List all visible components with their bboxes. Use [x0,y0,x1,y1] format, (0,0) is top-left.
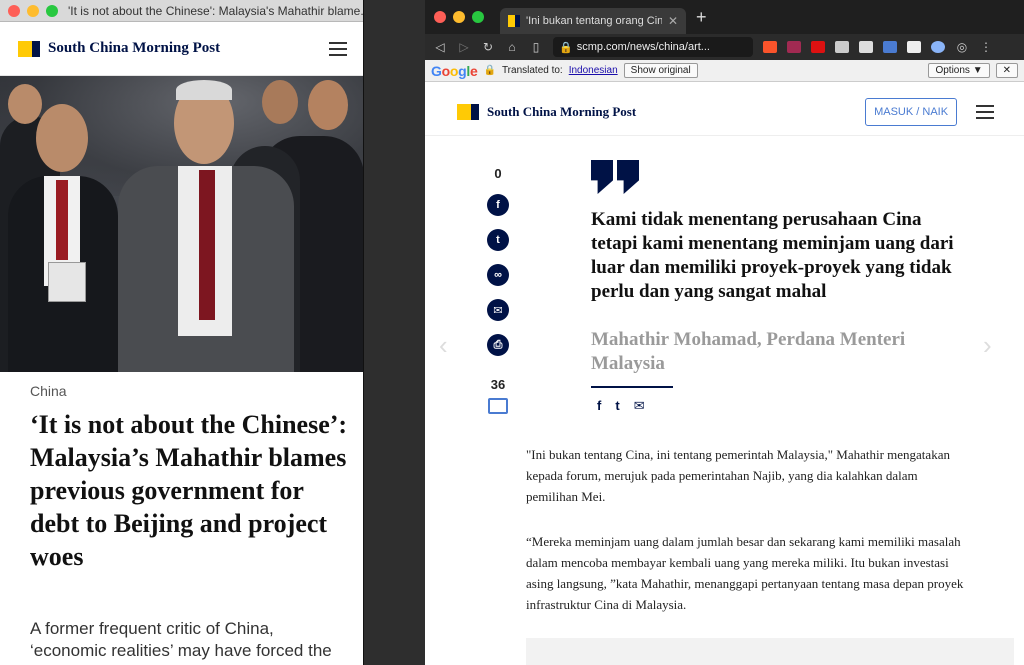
close-window-button[interactable] [434,11,446,23]
brave-shield-icon[interactable] [763,41,777,53]
scmp-logo-mark [18,40,40,57]
options-button[interactable]: Options ▼ [928,63,990,78]
browser-tab[interactable]: 'Ini bukan tentang orang Cina': M ✕ [500,8,686,34]
google-translate-bar: Google 🔒 Translated to: Indonesian Show … [425,60,1024,82]
link-icon[interactable]: ∞ [487,264,509,286]
menu-icon[interactable] [975,104,994,119]
window-title: 'It is not about the Chinese': Malaysia'… [68,3,363,18]
maximize-window-button[interactable] [46,4,58,17]
tab-title: 'Ini bukan tentang orang Cina': M [526,15,662,27]
article-paragraph: “Mereka meminjam uang dalam jumlah besar… [526,534,964,612]
bookmark-icon[interactable]: ▯ [529,40,543,54]
pull-quote: Kami tidak menentang perusahaan Cina tet… [591,209,954,302]
brand-name: South China Morning Post [487,103,637,119]
twitter-icon[interactable]: t [487,229,509,251]
extension-icon[interactable] [907,41,921,53]
share-count: 0 [494,166,502,181]
scmp-logo[interactable]: South China Morning Post [457,103,637,120]
language-select[interactable]: Indonesian [569,65,618,76]
google-logo: Google [431,62,478,79]
forward-icon[interactable]: ▷ [457,40,471,54]
tab-bar: 'Ini bukan tentang orang Cina': M ✕ + [425,0,1024,34]
minimize-window-button[interactable] [453,11,465,23]
maximize-window-button[interactable] [472,11,484,23]
site-header: South China Morning Post [0,22,363,76]
new-tab-icon[interactable]: + [696,7,707,28]
home-icon[interactable]: ⌂ [505,40,519,54]
quote-icon [591,160,639,194]
scmp-logo[interactable]: South China Morning Post [18,40,220,57]
minimize-window-button[interactable] [27,4,39,17]
account-icon[interactable]: ◎ [955,40,969,54]
comment-count: 36 [490,377,506,392]
email-icon[interactable]: ✉ [634,398,645,414]
email-icon[interactable]: ✉ [487,299,509,321]
share-sidebar: 0 f t ∞ ✉ ⎙ 36 [483,166,513,414]
extension-m-icon[interactable] [811,41,825,53]
back-icon[interactable]: ◁ [433,40,447,54]
rewards-icon[interactable] [787,41,801,53]
scmp-favicon-icon [508,15,520,27]
quote-share-row: f t ✉ [597,398,645,414]
twitter-icon[interactable]: t [615,398,619,414]
reload-icon[interactable]: ↻ [481,40,495,54]
site-header: South China Morning Post MASUK / NAIK [425,88,1024,136]
hero-photo [0,76,363,372]
scmp-logo-mark [457,103,479,120]
more-menu-icon[interactable]: ⋮ [979,40,993,54]
show-original-button[interactable]: Show original [623,63,698,78]
quote-divider [591,386,673,388]
category-label[interactable]: China [30,383,67,399]
extension-icon[interactable] [859,41,873,53]
left-browser-window: 'It is not about the Chinese': Malaysia'… [0,0,364,665]
menu-icon[interactable] [329,41,347,56]
facebook-icon[interactable]: f [487,194,509,216]
close-translate-bar-button[interactable]: ✕ [995,63,1018,78]
comment-icon[interactable] [488,398,508,414]
close-window-button[interactable] [8,4,20,17]
tab-close-icon[interactable]: ✕ [668,14,678,28]
brand-name: South China Morning Post [48,40,221,56]
translate-icon[interactable] [883,41,897,53]
chevron-right-icon[interactable]: › [983,330,992,361]
browser-toolbar: ◁ ▷ ↻ ⌂ ▯ 🔒 scmp.com/news/china/art... ◎… [425,34,1024,60]
print-icon[interactable]: ⎙ [487,334,509,356]
facebook-icon[interactable]: f [597,398,601,414]
window-controls [8,4,58,17]
quote-attribution: Mahathir Mohamad, Perdana Menteri Malays… [591,329,906,374]
ad-placeholder [526,638,1014,665]
url-text: scmp.com/news/china/art... [576,41,710,53]
extension-icon[interactable] [835,41,849,53]
left-titlebar: 'It is not about the Chinese': Malaysia'… [0,0,363,22]
lock-icon: 🔒 [559,41,573,54]
extension-icon[interactable] [931,41,945,53]
translated-to-label: Translated to: [501,65,563,76]
article-paragraph: "Ini bukan tentang Cina, ini tentang pem… [526,447,950,504]
lock-icon: 🔒 [483,65,496,76]
address-bar[interactable]: 🔒 scmp.com/news/china/art... [553,37,753,57]
right-browser-window: 'Ini bukan tentang orang Cina': M ✕ + ◁ … [425,0,1024,665]
article-subheadline: A former frequent critic of China, ‘econ… [30,619,332,660]
chevron-left-icon[interactable]: ‹ [439,330,448,361]
article-headline: ‘It is not about the Chinese’: Malaysia’… [30,410,348,571]
window-controls [434,11,484,23]
login-button[interactable]: MASUK / NAIK [865,97,958,126]
